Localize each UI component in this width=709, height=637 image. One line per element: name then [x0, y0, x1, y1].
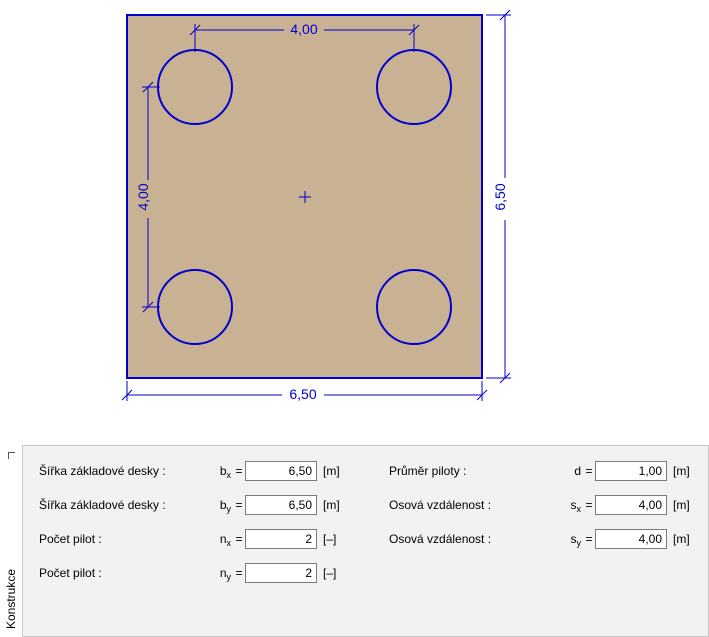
- input-d[interactable]: [595, 461, 667, 481]
- unit-sy: [m]: [667, 532, 701, 546]
- parameters-panel: Šířka základové desky : bx = [m] Šířka z…: [22, 445, 709, 637]
- pile-bottom-left: [158, 270, 232, 344]
- unit-d: [m]: [667, 464, 701, 478]
- symbol-sx: sx: [539, 498, 583, 512]
- svg-text:6,50: 6,50: [492, 183, 508, 210]
- symbol-bx: bx: [189, 464, 233, 478]
- pile-top-right: [377, 50, 451, 124]
- svg-text:6,50: 6,50: [289, 386, 316, 402]
- dim-height-y: 6,50: [486, 10, 515, 383]
- symbol-by: by: [189, 498, 233, 512]
- unit-bx: [m]: [317, 464, 351, 478]
- label-sx: Osová vzdálenost :: [389, 498, 539, 512]
- symbol-nx: nx: [189, 532, 233, 546]
- label-nx: Počet pilot :: [39, 532, 189, 546]
- unit-by: [m]: [317, 498, 351, 512]
- svg-text:4,00: 4,00: [290, 21, 317, 37]
- pile-top-left: [158, 50, 232, 124]
- pile-bottom-right: [377, 270, 451, 344]
- label-d: Průměr piloty :: [389, 464, 539, 478]
- input-sy[interactable]: [595, 529, 667, 549]
- symbol-d: d: [539, 464, 583, 478]
- panel-title: Konstrukce: [4, 569, 18, 629]
- input-sx[interactable]: [595, 495, 667, 515]
- label-by: Šířka základové desky :: [39, 498, 189, 512]
- dim-width-x: 6,50: [122, 381, 487, 403]
- label-sy: Osová vzdálenost :: [389, 532, 539, 546]
- geometry-drawing: 4,00 4,00 6,50 6,50: [0, 0, 709, 445]
- unit-nx: [–]: [317, 532, 351, 546]
- svg-text:4,00: 4,00: [135, 183, 151, 210]
- input-bx[interactable]: [245, 461, 317, 481]
- unit-sx: [m]: [667, 498, 701, 512]
- label-bx: Šířka základové desky :: [39, 464, 189, 478]
- label-ny: Počet pilot :: [39, 566, 189, 580]
- input-by[interactable]: [245, 495, 317, 515]
- symbol-sy: sy: [539, 532, 583, 546]
- symbol-ny: ny: [189, 566, 233, 580]
- input-nx[interactable]: [245, 529, 317, 549]
- input-ny[interactable]: [245, 563, 317, 583]
- unit-ny: [–]: [317, 566, 351, 580]
